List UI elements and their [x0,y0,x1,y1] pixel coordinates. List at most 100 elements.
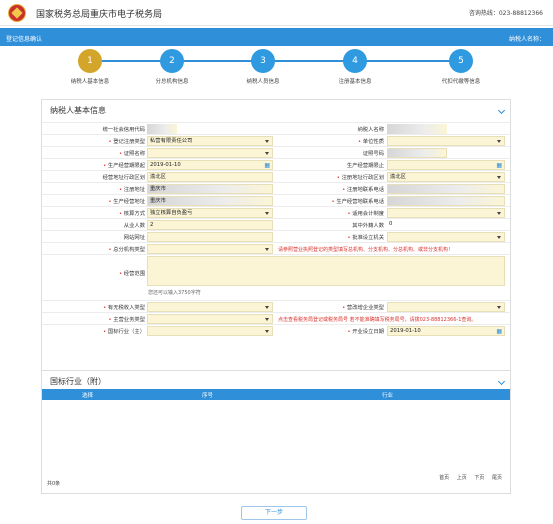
label: • 核算方式 [118,211,145,217]
first-page-link[interactable]: 首页 [439,475,449,481]
business-scope-textarea[interactable] [147,256,505,286]
step-progress: 1 纳税人基本信息 2 分总机构信息 3 纳税人员信息 4 注册基本信息 5 代扣代缴等信… [0,46,553,92]
taxpayer-name-value [387,124,447,134]
business-address-input[interactable]: 重庆市 [147,196,273,206]
form-row: 从业人数 2 其中外籍人数 0 [42,218,510,230]
label: • 生产经营地联系电话 [331,199,385,205]
prev-page-link[interactable]: 上页 [457,475,467,481]
industry-panel: 国标行业（附） 选择 序号 行业 共0条 首页 上页 下页 尾页 [41,370,511,494]
website-input[interactable] [147,232,273,242]
form-row: • 生产经营期限起 2019-01-10 ▦ 生产经营期限止 ▦ [42,158,510,170]
open-date-input[interactable]: 2019-01-10 ▦ [387,326,505,336]
next-page-link[interactable]: 下页 [474,475,484,481]
step-4[interactable]: 4 注册基本信息 [320,49,390,85]
main-business-select[interactable] [147,314,273,324]
label: 统一社会信用代码 [102,127,145,133]
step-5-circle: 5 [449,49,473,73]
registered-address-input[interactable]: 重庆市 [147,184,273,194]
page-bar: 登记信息确认 纳税人名称： [0,28,553,46]
label: • 国标行业（主） [103,329,145,335]
next-step-button[interactable]: 下一步 [241,506,307,520]
registered-district-select[interactable]: 渝北区 [387,172,505,182]
label: • 注册地址行政区划 [336,175,384,181]
approval-authority-select[interactable] [387,232,505,242]
top-header: 国家税务总局重庆市电子税务局 咨询热线：023-88812366 [0,0,553,26]
credit-code-value [147,124,177,134]
label: • 主营业务类型 [108,317,145,323]
license-number-value [387,148,447,158]
total-count: 共0条 [47,481,61,487]
tax-emblem-icon [8,4,26,22]
income-type-select[interactable] [147,302,273,312]
step-5[interactable]: 5 代扣代缴等信息 [426,49,496,85]
label: • 总分机构类型 [108,247,145,253]
form-row: • 登记注册类型 私营有限责任公司 • 单位性质 [42,134,510,146]
col-industry: 行业 [382,393,394,399]
industry-main-select[interactable] [147,326,273,336]
form-row: 经营地址行政区划 渝北区 • 注册地址行政区划 渝北区 [42,170,510,182]
pager: 首页 上页 下页 尾页 [433,474,502,481]
registration-type-select[interactable]: 私营有限责任公司 [147,136,273,146]
form-row: • 生产经营地址 重庆市 • 生产经营地联系电话 [42,194,510,206]
foreign-count-value: 0 [387,220,447,230]
business-district-value: 渝北区 [147,172,273,182]
employee-count-input[interactable]: 2 [147,220,273,230]
label: • 生产经营地址 [108,199,145,205]
main-business-note: 点击查看税务局登记或税务局号 若不能准确填写税务局号，请拨023-8881236… [278,317,477,323]
label: 纳税人名称 [357,127,385,133]
panel-title: 纳税人基本信息 [50,106,106,115]
char-counter: 您还可以输入3750字符 [148,290,201,296]
form-row: 统一社会信用代码 纳税人名称 [42,122,510,134]
label: • 开业设立日期 [347,329,384,335]
taxpayer-name-label: 纳税人名称： [508,36,545,43]
period-start-date[interactable]: 2019-01-10 ▦ [147,160,273,170]
page-bar-title: 登记信息确认 [6,36,43,43]
industry-table-header: 选择 序号 行业 [42,389,510,400]
label: 生产经营期限止 [346,163,384,169]
step-3-label: 纳税人员信息 [246,79,280,85]
form-row: • 核算方式 独立核算自负盈亏 • 适用会计制度 [42,206,510,218]
label: • 证照名称 [118,151,145,157]
step-4-label: 注册基本信息 [338,79,372,85]
col-index: 序号 [202,393,214,399]
branch-type-select[interactable] [147,244,273,254]
accounting-system-select[interactable] [387,208,505,218]
label: 经营地址行政区划 [102,175,145,181]
unit-nature-select[interactable] [387,136,505,146]
calendar-icon[interactable]: ▦ [264,162,270,169]
step-3[interactable]: 3 纳税人员信息 [228,49,298,85]
step-1[interactable]: 1 纳税人基本信息 [55,49,125,85]
calendar-icon[interactable]: ▦ [496,328,502,335]
form-row: • 有无税收入类型 • 营改增企业类型 [42,300,510,312]
basic-info-panel: 纳税人基本信息 统一社会信用代码 纳税人名称 • 登记注册类型 私营有限责任公司… [41,99,511,371]
registered-phone-input[interactable] [387,184,505,194]
form-row: • 注册地址 重庆市 • 注册地联系电话 [42,182,510,194]
form-row: • 证照名称 证照号码 [42,146,510,158]
collapse-chevron-icon[interactable] [497,106,506,115]
last-page-link[interactable]: 尾页 [492,475,502,481]
form-row: • 主营业务类型 点击查看税务局登记或税务局号 若不能准确填写税务局号，请拨02… [42,312,510,324]
step-2[interactable]: 2 分总机构信息 [137,49,207,85]
business-phone-input[interactable] [387,196,505,206]
label: 从业人数 [123,223,145,229]
label: 证照号码 [362,151,384,157]
license-name-select[interactable] [147,148,273,158]
calendar-icon[interactable]: ▦ [496,162,502,169]
col-select: 选择 [82,393,94,399]
label: • 单位性质 [357,139,384,145]
form-row: • 总分机构类型 请参照营业执照登记的类型填写总机构、分支机构、分总机构、或非分… [42,242,510,254]
collapse-chevron-icon[interactable] [497,377,506,386]
label: 其中外籍人数 [352,223,384,229]
period-end-date[interactable]: ▦ [387,160,505,170]
branch-type-note: 请参照营业执照登记的类型填写总机构、分支机构、分总机构、或非分支机构！ [278,247,454,253]
accounting-method-select[interactable]: 独立核算自负盈亏 [147,208,273,218]
label: • 有无税收入类型 [103,305,145,311]
vat-reform-select[interactable] [387,302,505,312]
label: • 经营范围 [118,271,145,277]
step-1-circle: 1 [78,49,102,73]
label: • 批准设立机关 [347,235,384,241]
step-5-label: 代扣代缴等信息 [441,79,481,85]
site-title: 国家税务总局重庆市电子税务局 [36,10,163,20]
label: • 生产经营期限起 [103,163,145,169]
form-row: 网站网址 • 批准设立机关 [42,230,510,242]
